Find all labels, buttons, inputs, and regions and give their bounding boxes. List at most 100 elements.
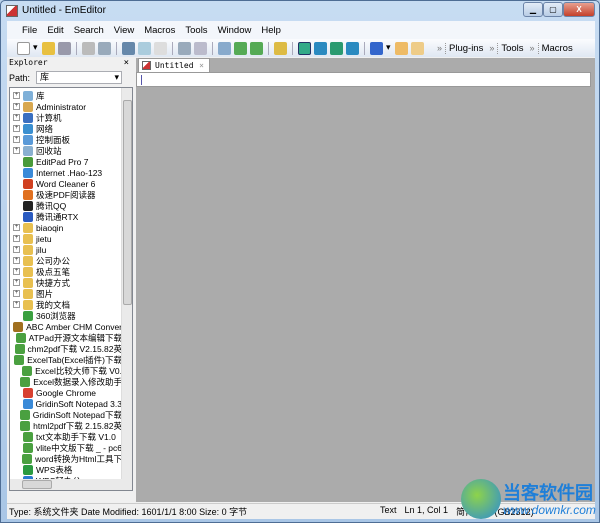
tree-item[interactable]: ATPad开源文本编辑下载 [10, 332, 122, 343]
menu-tools[interactable]: Tools [180, 25, 212, 36]
tree-item[interactable]: + 控制面板 [10, 134, 122, 145]
tree-item[interactable]: Excel数据录入修改助手 [10, 376, 122, 387]
undo-icon[interactable] [178, 41, 191, 55]
tree-item[interactable]: + 我的文档 [10, 299, 122, 310]
highlight-icon[interactable] [274, 41, 287, 55]
status-position[interactable]: Ln 1, Col 1 [405, 505, 449, 518]
maximize-button[interactable]: ▢ [543, 2, 563, 17]
tree-vertical-scrollbar[interactable] [121, 88, 132, 480]
new-dropdown-icon[interactable]: ▾ [33, 42, 39, 55]
tree-item[interactable]: + jilu [10, 244, 122, 255]
tree-item[interactable]: Word Cleaner 6 [10, 178, 122, 189]
expand-icon[interactable]: + [13, 235, 20, 242]
new-file-icon[interactable] [17, 41, 30, 55]
macros-toolbar[interactable]: Macros [537, 42, 576, 54]
status-mode[interactable]: Text [380, 505, 397, 518]
expand-icon[interactable]: + [13, 290, 20, 297]
tools-more[interactable]: » [530, 43, 535, 53]
expand-icon[interactable]: + [13, 246, 20, 253]
tree-item[interactable]: + 图片 [10, 288, 122, 299]
open-icon[interactable] [42, 41, 55, 55]
plugins-more[interactable]: » [489, 43, 494, 53]
tree-item[interactable]: + 回收站 [10, 145, 122, 156]
menu-window[interactable]: Window [213, 25, 257, 36]
menu-help[interactable]: Help [256, 25, 286, 36]
print-preview-icon[interactable] [98, 41, 111, 55]
plugins-toolbar[interactable]: Plug-ins [445, 42, 486, 54]
expand-icon[interactable]: + [13, 136, 20, 143]
tree-item[interactable]: 腾讯QQ [10, 200, 122, 211]
tree-item[interactable]: 360浏览器 [10, 310, 122, 321]
tab-untitled[interactable]: Untitled × [138, 58, 210, 72]
tree-item[interactable]: + 库 [10, 90, 122, 101]
save-icon[interactable] [58, 41, 71, 55]
tree-horizontal-scrollbar[interactable] [10, 479, 132, 490]
tab-close-icon[interactable]: × [199, 59, 204, 72]
tree-item[interactable]: + 快捷方式 [10, 277, 122, 288]
menu-search[interactable]: Search [69, 25, 109, 36]
paste-icon[interactable] [154, 41, 167, 55]
tree-item[interactable]: 腾讯通RTX [10, 211, 122, 222]
expand-icon[interactable]: + [13, 301, 20, 308]
wrap-none-icon[interactable] [298, 41, 311, 55]
scroll-thumb[interactable] [22, 480, 52, 489]
wrap-window-icon[interactable] [314, 41, 327, 55]
tree-item[interactable]: ABC Amber CHM Conver [10, 321, 122, 332]
menu-edit[interactable]: Edit [42, 25, 68, 36]
wrap-page-icon[interactable] [330, 41, 343, 55]
expand-icon[interactable]: + [13, 125, 20, 132]
expand-icon[interactable]: + [13, 279, 20, 286]
copy-icon[interactable] [138, 41, 151, 55]
tree-item[interactable]: WPS表格 [10, 464, 122, 475]
tree-item[interactable]: GridinSoft Notepad 3.3 [10, 398, 122, 409]
tree-item[interactable]: EditPad Pro 7 [10, 156, 122, 167]
tree-item[interactable]: ExcelTab(Excel插件)下载 [10, 354, 122, 365]
close-button[interactable]: X [563, 2, 595, 17]
tree-item[interactable]: GridinSoft Notepad下载 [10, 409, 122, 420]
find-icon[interactable] [218, 41, 231, 55]
tree-item[interactable]: Internet .Hao-123 [10, 167, 122, 178]
tree-item[interactable]: + Administrator [10, 101, 122, 112]
expand-icon[interactable]: + [13, 103, 20, 110]
tree-item[interactable]: + biaoqin [10, 222, 122, 233]
menu-file[interactable]: File [17, 25, 42, 36]
toolbar-more[interactable]: » [437, 43, 442, 53]
tree-item[interactable]: word转换为Html工具下 [10, 453, 122, 464]
tree-item[interactable]: Excel比较大师下载 V0. [10, 365, 122, 376]
wrap-chars-icon[interactable] [346, 41, 359, 55]
tools-toolbar[interactable]: Tools [497, 42, 526, 54]
tree-item[interactable]: + 计算机 [10, 112, 122, 123]
path-select[interactable]: 库 [36, 71, 123, 84]
expand-icon[interactable]: + [13, 114, 20, 121]
tree-item[interactable]: txt文本助手下载 V1.0 [10, 431, 122, 442]
explorer-close-icon[interactable]: × [124, 58, 129, 68]
tree-item[interactable]: chm2pdf下载 V2.15.82英 [10, 343, 122, 354]
menu-view[interactable]: View [109, 25, 139, 36]
expand-icon[interactable]: + [13, 257, 20, 264]
find-prev-icon[interactable] [250, 41, 263, 55]
tree-item[interactable]: + 公司办公 [10, 255, 122, 266]
scroll-thumb[interactable] [123, 100, 132, 305]
find-next-icon[interactable] [234, 41, 247, 55]
expand-icon[interactable]: + [13, 224, 20, 231]
encoding-icon[interactable] [370, 41, 383, 55]
cut-icon[interactable] [122, 41, 135, 55]
expand-icon[interactable]: + [13, 92, 20, 99]
redo-icon[interactable] [194, 41, 207, 55]
tree-item[interactable]: + 网络 [10, 123, 122, 134]
tree-item[interactable]: vlite中文版下载 _ - pc6 [10, 442, 122, 453]
tree-item[interactable]: Google Chrome [10, 387, 122, 398]
minimize-button[interactable]: ▁ [523, 2, 543, 17]
encoding-dropdown-icon[interactable]: ▾ [386, 42, 392, 55]
expand-icon[interactable]: + [13, 268, 20, 275]
tree-item[interactable]: html2pdf下载 2.15.82英 [10, 420, 122, 431]
macro-run-icon[interactable] [411, 41, 424, 55]
text-editor[interactable] [136, 72, 591, 87]
print-icon[interactable] [82, 41, 95, 55]
macro-record-icon[interactable] [395, 41, 408, 55]
expand-icon[interactable]: + [13, 147, 20, 154]
tree-item[interactable]: 极速PDF阅读器 [10, 189, 122, 200]
tree-item[interactable]: + jietu [10, 233, 122, 244]
menu-macros[interactable]: Macros [139, 25, 180, 36]
tree-item[interactable]: + 极点五笔 [10, 266, 122, 277]
